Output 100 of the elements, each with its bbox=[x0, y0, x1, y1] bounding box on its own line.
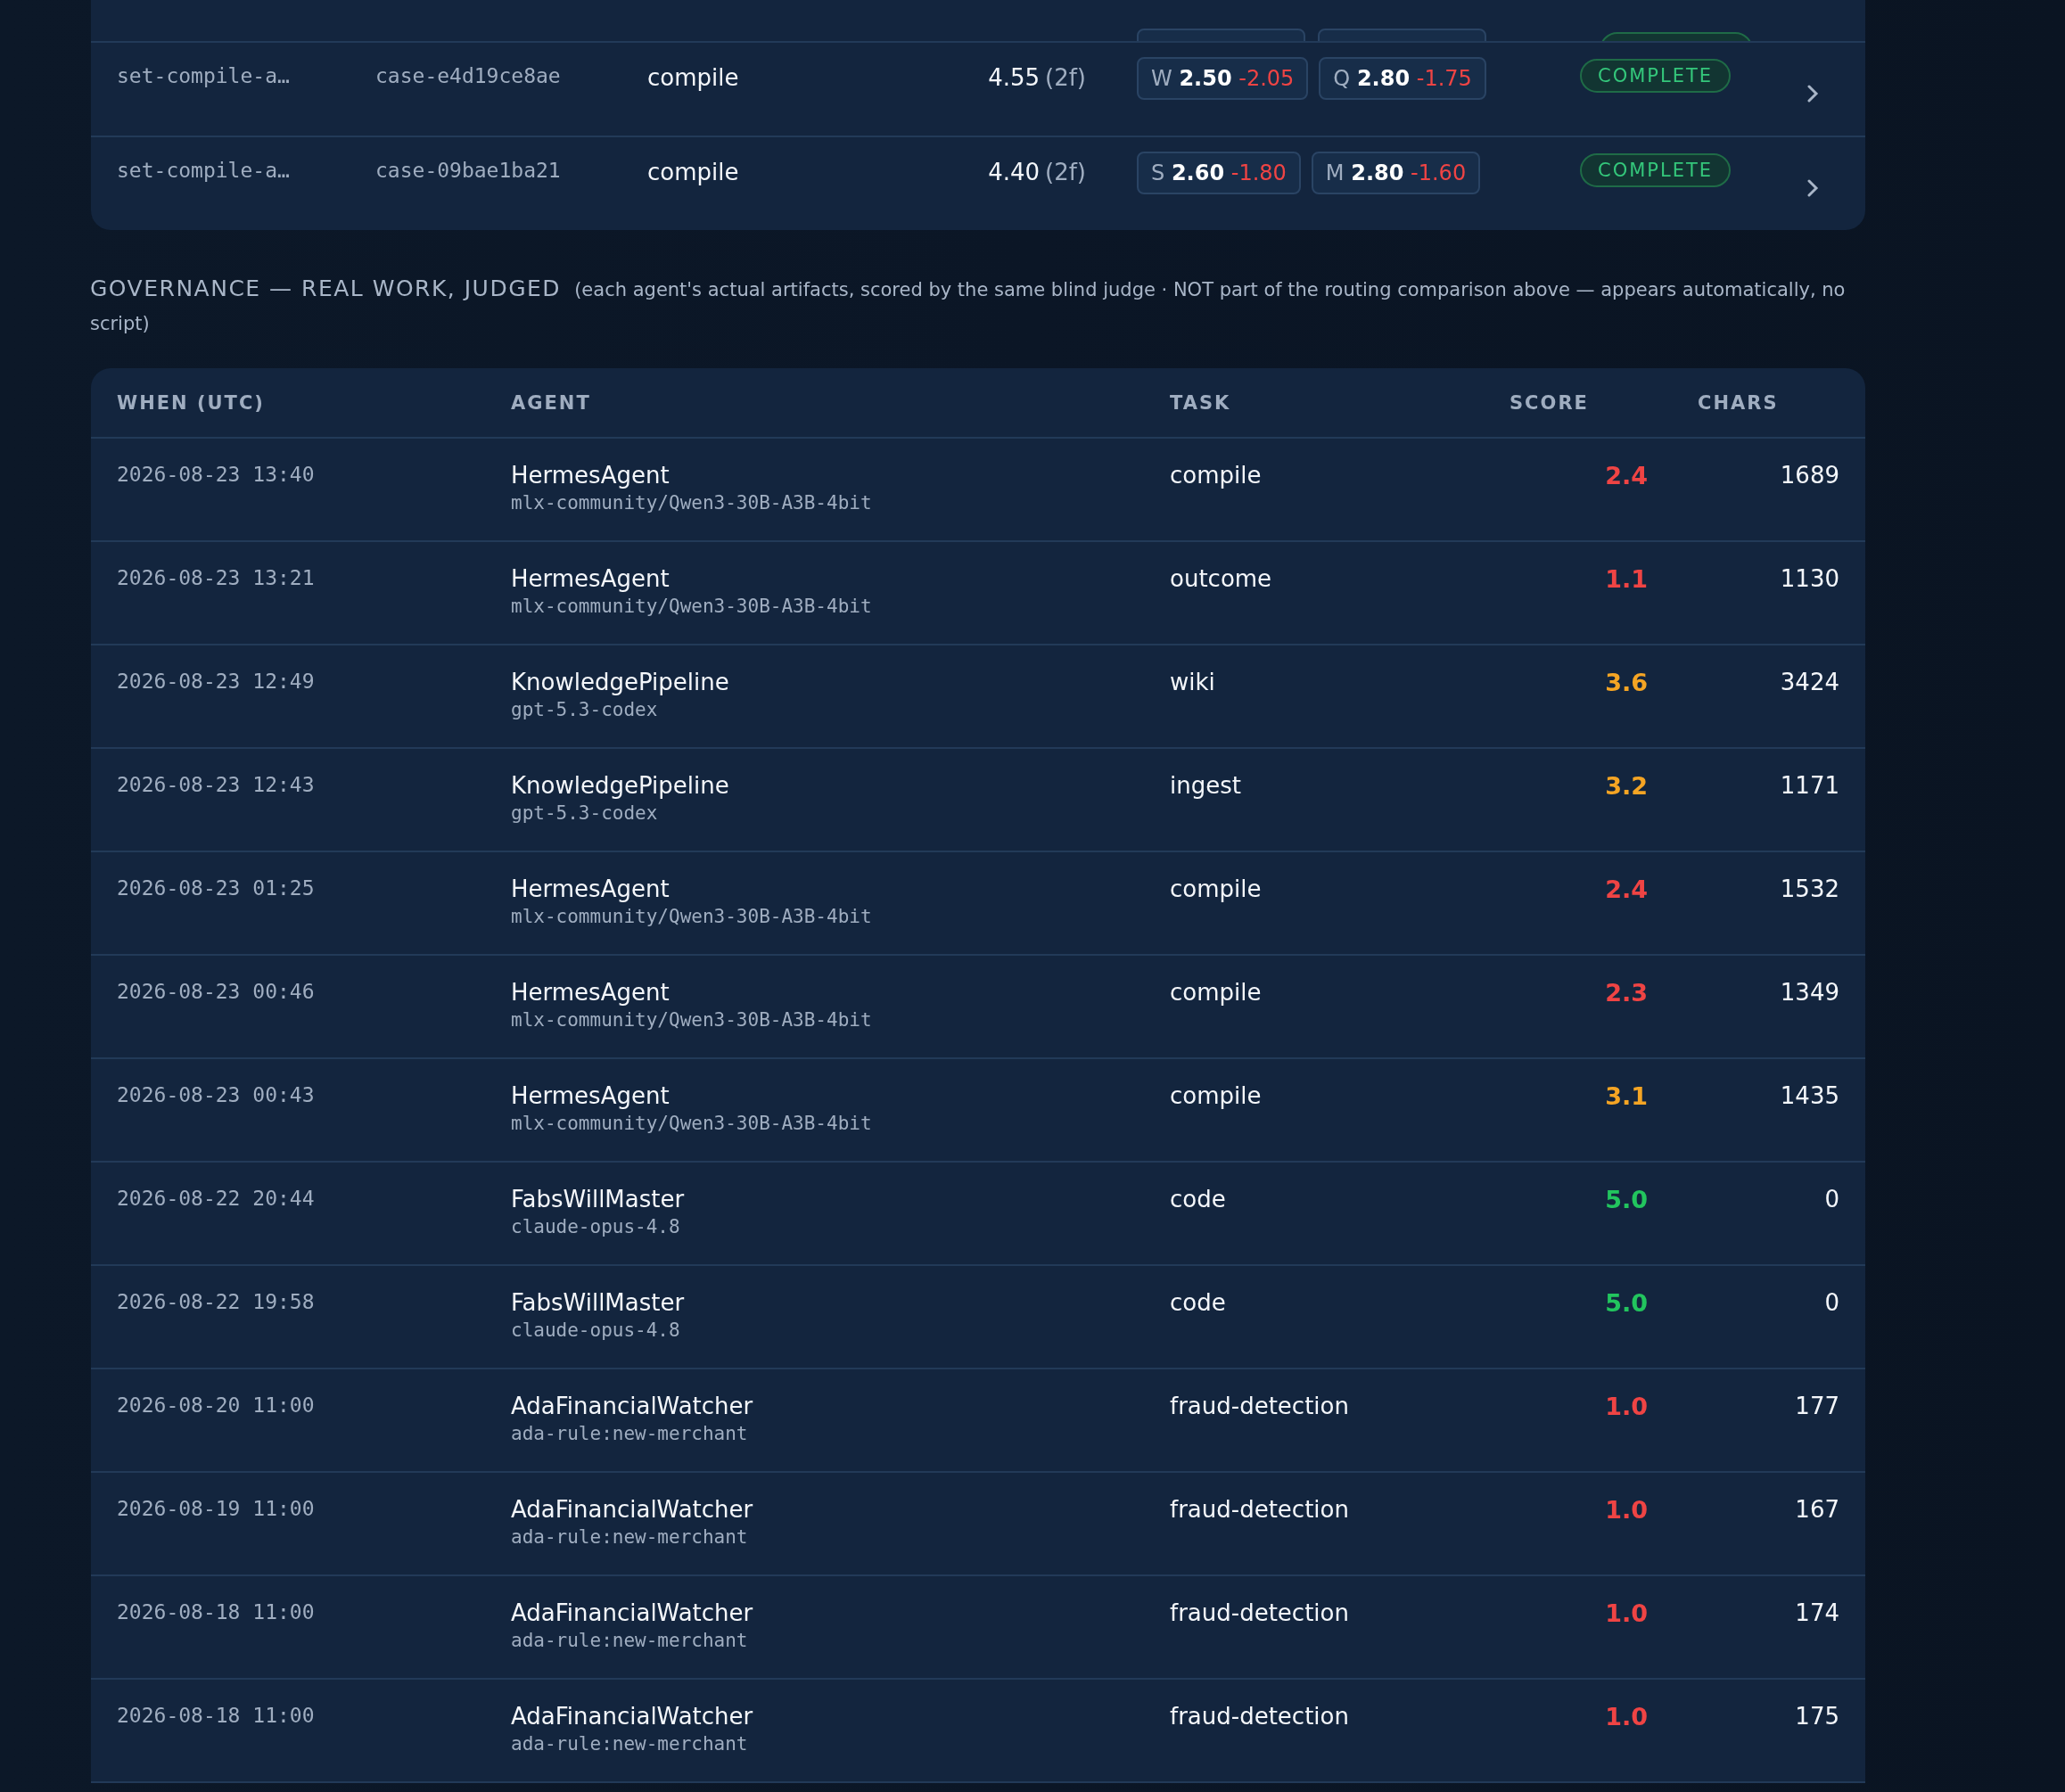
agent-name: HermesAgent bbox=[511, 875, 671, 902]
chevron-right-icon[interactable] bbox=[1806, 178, 1819, 198]
set-id: set-compile-a… bbox=[117, 64, 291, 87]
model-name: mlx-community/Qwen3-30B-A3B-4bit bbox=[511, 1009, 873, 1031]
task-name: code bbox=[1170, 1289, 1227, 1318]
char-count: 1349 bbox=[1780, 979, 1839, 1006]
char-count: 0 bbox=[1824, 1289, 1839, 1316]
status-badge: COMPLETE bbox=[1580, 59, 1732, 93]
run-row[interactable]: set-compile-a… case-e4d19ce8ae compile 4.55 (2f) W 2.50 -2.05 Q 2.80 -1.75 COMPLETE bbox=[91, 43, 1865, 137]
column-header: WHEN (UTC) bbox=[117, 391, 266, 414]
timestamp: 2026-08-23 01:25 bbox=[117, 875, 316, 901]
timestamp: 2026-08-23 12:49 bbox=[117, 669, 316, 695]
task-name: fraud-detection bbox=[1170, 1496, 1350, 1525]
model-name: gpt-5.3-codex bbox=[511, 802, 659, 824]
chevron-right-icon[interactable] bbox=[1806, 84, 1819, 103]
char-count: 1130 bbox=[1780, 565, 1839, 592]
timestamp: 2026-08-22 20:44 bbox=[117, 1186, 316, 1212]
agent-name: KnowledgePipeline bbox=[511, 772, 730, 799]
char-count: 3424 bbox=[1780, 669, 1839, 695]
char-count: 1435 bbox=[1780, 1082, 1839, 1109]
floor-count: (2f) bbox=[1045, 159, 1086, 185]
floor-count: (2f) bbox=[1045, 64, 1086, 91]
section-heading: GOVERNANCE — REAL WORK, JUDGED (each agent's actual artifacts, scored by the same blind judge · NOT part of the routing comparison above — appears automatically, no script) bbox=[90, 275, 1847, 336]
model-name: ada-rule:new-merchant bbox=[511, 1630, 749, 1651]
score-chip: S 2.60 -1.80 bbox=[1137, 152, 1301, 194]
agent-name: AdaFinancialWatcher bbox=[511, 1599, 754, 1626]
timestamp: 2026-08-23 00:46 bbox=[117, 979, 316, 1005]
column-header: AGENT bbox=[511, 391, 592, 414]
timestamp: 2026-08-23 13:21 bbox=[117, 565, 316, 591]
task-name: compile bbox=[1170, 875, 1263, 904]
agent-name: HermesAgent bbox=[511, 462, 671, 489]
run-score: 4.55 bbox=[988, 64, 1040, 91]
agent-name: AdaFinancialWatcher bbox=[511, 1393, 754, 1419]
task-name: fraud-detection bbox=[1170, 1393, 1350, 1421]
score-value: 1.0 bbox=[1605, 1599, 1648, 1627]
timestamp: 2026-08-18 11:00 bbox=[117, 1703, 316, 1729]
set-id: set-compile-a… bbox=[117, 159, 291, 182]
timestamp: 2026-08-18 11:00 bbox=[117, 1599, 316, 1625]
agent-name: AdaFinancialWatcher bbox=[511, 1703, 754, 1730]
model-name: gpt-5.3-codex bbox=[511, 699, 659, 720]
score-value: 1.0 bbox=[1605, 1496, 1648, 1524]
model-name: ada-rule:new-merchant bbox=[511, 1423, 749, 1444]
score-chip: M 2.80 -1.60 bbox=[1311, 152, 1481, 194]
task-name: compile bbox=[647, 159, 740, 185]
score-value: 2.4 bbox=[1605, 875, 1648, 903]
task-name: compile bbox=[1170, 1082, 1263, 1111]
agent-name: HermesAgent bbox=[511, 565, 671, 592]
score-chip: Q 2.80 -1.75 bbox=[1319, 57, 1486, 100]
model-name: ada-rule:new-merchant bbox=[511, 1733, 749, 1755]
timestamp: 2026-08-23 00:43 bbox=[117, 1082, 316, 1108]
char-count: 177 bbox=[1795, 1393, 1839, 1419]
model-name: mlx-community/Qwen3-30B-A3B-4bit bbox=[511, 906, 873, 927]
timestamp: 2026-08-23 13:40 bbox=[117, 462, 316, 488]
model-name: mlx-community/Qwen3-30B-A3B-4bit bbox=[511, 492, 873, 514]
task-name: wiki bbox=[1170, 669, 1216, 697]
agent-name: FabsWillMaster bbox=[511, 1289, 686, 1316]
task-name: ingest bbox=[1170, 772, 1242, 801]
score-value: 5.0 bbox=[1605, 1186, 1648, 1213]
model-name: mlx-community/Qwen3-30B-A3B-4bit bbox=[511, 596, 873, 617]
task-name: code bbox=[1170, 1186, 1227, 1214]
score-value: 1.1 bbox=[1605, 565, 1648, 593]
score-value: 3.1 bbox=[1605, 1082, 1648, 1110]
run-score: 4.40 bbox=[988, 159, 1040, 185]
score-value: 3.6 bbox=[1605, 669, 1648, 696]
task-name: compile bbox=[647, 64, 740, 91]
char-count: 1689 bbox=[1780, 462, 1839, 489]
agent-name: KnowledgePipeline bbox=[511, 669, 730, 695]
timestamp: 2026-08-19 11:00 bbox=[117, 1496, 316, 1522]
model-name: mlx-community/Qwen3-30B-A3B-4bit bbox=[511, 1113, 873, 1134]
task-name: compile bbox=[1170, 979, 1263, 1007]
score-chip: W 2.50 -2.05 bbox=[1137, 57, 1309, 100]
timestamp: 2026-08-20 11:00 bbox=[117, 1393, 316, 1418]
run-row[interactable]: set-compile-a… case-09bae1ba21 compile 4.40 (2f) S 2.60 -1.80 M 2.80 -1.60 COMPLETE bbox=[91, 137, 1865, 230]
score-value: 1.0 bbox=[1605, 1393, 1648, 1420]
char-count: 1171 bbox=[1780, 772, 1839, 799]
score-value: 3.2 bbox=[1605, 772, 1648, 800]
char-count: 0 bbox=[1824, 1186, 1839, 1212]
task-name: fraud-detection bbox=[1170, 1599, 1350, 1628]
model-name: ada-rule:new-merchant bbox=[511, 1526, 749, 1548]
char-count: 1532 bbox=[1780, 875, 1839, 902]
status-badge: COMPLETE bbox=[1580, 153, 1732, 187]
score-value: 1.0 bbox=[1605, 1703, 1648, 1730]
case-id: case-09bae1ba21 bbox=[375, 159, 562, 182]
agent-name: HermesAgent bbox=[511, 979, 671, 1006]
agent-name: AdaFinancialWatcher bbox=[511, 1496, 754, 1523]
column-header: CHARS bbox=[1698, 391, 1780, 414]
timestamp: 2026-08-22 19:58 bbox=[117, 1289, 316, 1315]
task-name: fraud-detection bbox=[1170, 1703, 1350, 1731]
model-name: claude-opus-4.8 bbox=[511, 1216, 681, 1237]
column-header: SCORE bbox=[1510, 391, 1590, 414]
char-count: 167 bbox=[1795, 1496, 1839, 1523]
char-count: 175 bbox=[1795, 1703, 1839, 1730]
task-name: outcome bbox=[1170, 565, 1273, 594]
task-name: compile bbox=[1170, 462, 1263, 490]
agent-name: HermesAgent bbox=[511, 1082, 671, 1109]
score-value: 2.3 bbox=[1605, 979, 1648, 1007]
case-id: case-e4d19ce8ae bbox=[375, 64, 562, 87]
timestamp: 2026-08-23 12:43 bbox=[117, 772, 316, 798]
char-count: 174 bbox=[1795, 1599, 1839, 1626]
score-value: 2.4 bbox=[1605, 462, 1648, 489]
